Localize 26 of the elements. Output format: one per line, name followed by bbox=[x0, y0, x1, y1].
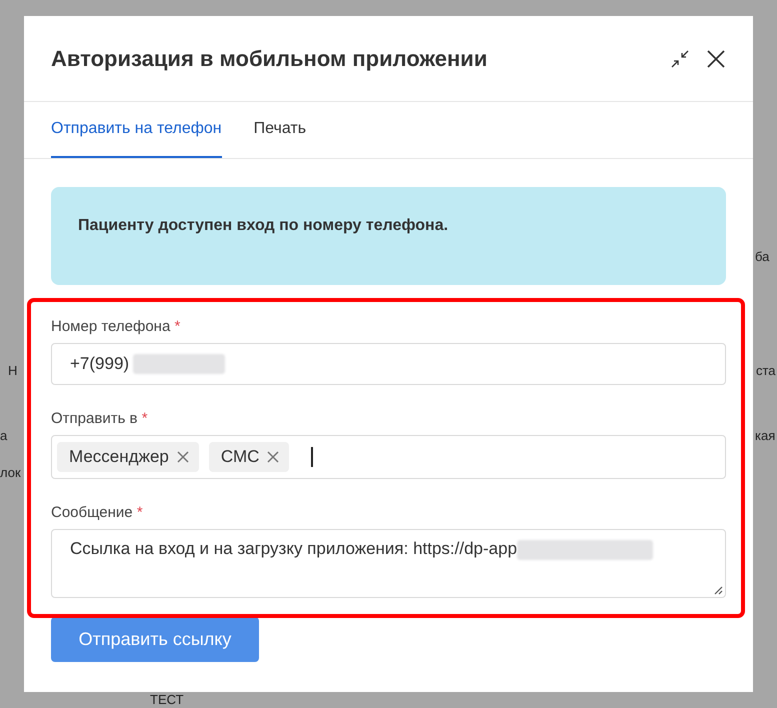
required-mark: * bbox=[174, 318, 180, 335]
background-text: ба bbox=[755, 248, 770, 266]
info-alert: Пациенту доступен вход по номеру телефона. bbox=[51, 187, 726, 285]
close-icon[interactable] bbox=[706, 48, 726, 68]
dialog-title: Авторизация в мобильном приложении bbox=[51, 46, 488, 72]
tag[interactable]: Мессенджер bbox=[57, 442, 199, 472]
field-label: Сообщение bbox=[51, 504, 133, 521]
tab[interactable]: Печать bbox=[254, 102, 306, 158]
resize-handle-icon[interactable] bbox=[713, 585, 723, 595]
channel-select[interactable]: Мессенджер СМС bbox=[51, 435, 726, 479]
phone-field[interactable]: +7(999) bbox=[51, 343, 726, 385]
tab[interactable]: Отправить на телефон bbox=[51, 102, 222, 158]
field-label: Номер телефона bbox=[51, 318, 170, 335]
tag[interactable]: СМС bbox=[208, 442, 290, 472]
background-text: а bbox=[0, 427, 8, 445]
collapse-icon[interactable] bbox=[670, 48, 690, 68]
background-text: ТЕСТ bbox=[150, 691, 184, 708]
background-text: Н bbox=[8, 362, 18, 380]
text-cursor bbox=[311, 447, 314, 467]
required-mark: * bbox=[136, 504, 143, 521]
field-label: Отправить в bbox=[51, 410, 138, 427]
background-text: ста bbox=[756, 362, 776, 380]
background-text: лок bbox=[0, 464, 21, 482]
message-field[interactable]: Ссылка на вход и на загрузку приложения: https://dp-app bbox=[51, 529, 726, 598]
background-text: кая bbox=[755, 427, 776, 445]
required-mark: * bbox=[142, 410, 148, 427]
